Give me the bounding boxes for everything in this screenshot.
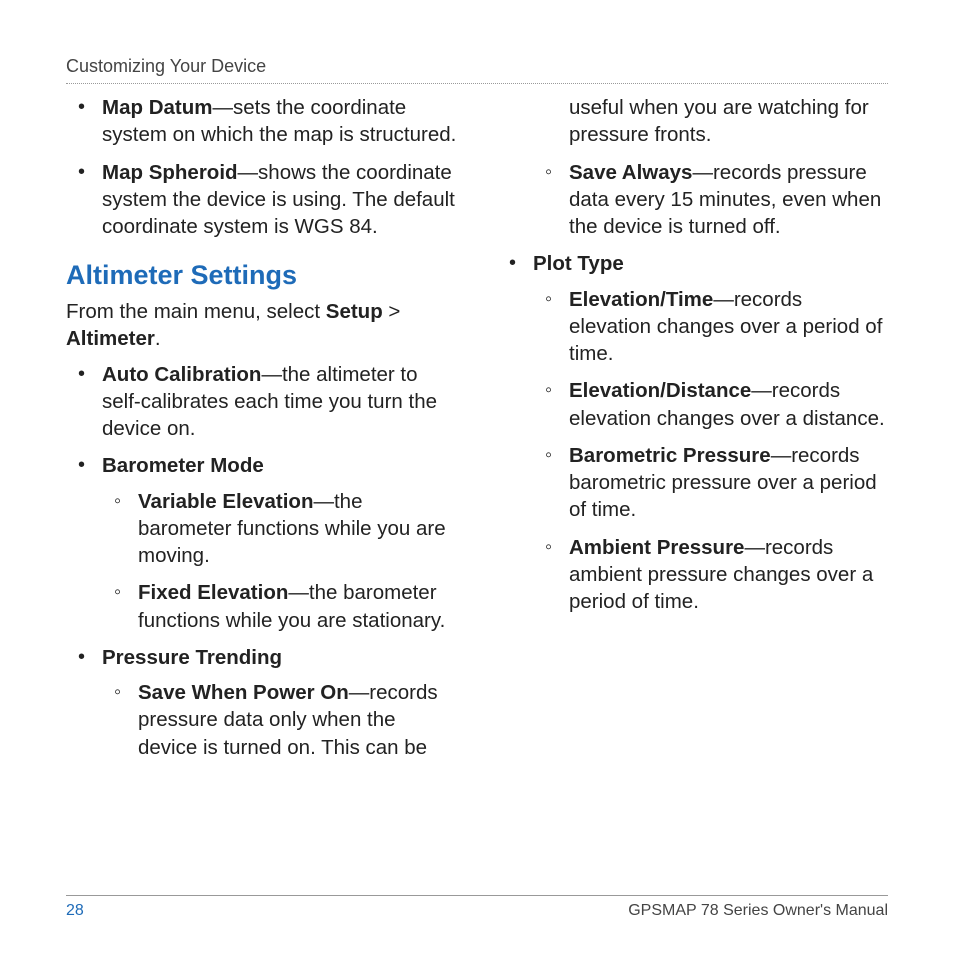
item-elevation-distance: Elevation/Distance—records elevation cha…	[533, 377, 888, 432]
altimeter-list: Auto Calibration—the altimeter to self-c…	[66, 361, 457, 761]
item-save-always: Save Always—records pressure data every …	[497, 159, 888, 241]
page-number: 28	[66, 902, 84, 920]
item-pressure-trending: Pressure Trending Save When Power On—rec…	[66, 644, 457, 761]
item-plot-type: Plot Type Elevation/Time—records elevati…	[497, 250, 888, 615]
term-save-when-power-on: Save When Power On	[138, 681, 349, 704]
intro-period: .	[155, 327, 161, 350]
item-map-datum: Map Datum—sets the coordinate system on …	[66, 94, 457, 149]
term-barometric-pressure: Barometric Pressure	[569, 444, 771, 467]
top-bullet-list: Map Datum—sets the coordinate system on …	[66, 94, 457, 240]
term-pressure-trending: Pressure Trending	[102, 646, 282, 669]
term-auto-calibration: Auto Calibration	[102, 363, 261, 386]
term-save-always: Save Always	[569, 161, 692, 184]
term-elevation-time: Elevation/Time	[569, 288, 713, 311]
item-ambient-pressure: Ambient Pressure—records ambient pressur…	[533, 534, 888, 616]
item-barometric-pressure: Barometric Pressure—records barometric p…	[533, 442, 888, 524]
term-fixed-elevation: Fixed Elevation	[138, 581, 288, 604]
item-save-when-power-on: Save When Power On—records pressure data…	[102, 679, 457, 761]
intro-gt: >	[383, 300, 401, 323]
body-columns: Map Datum—sets the coordinate system on …	[66, 94, 888, 884]
term-ambient-pressure: Ambient Pressure	[569, 536, 744, 559]
plot-type-list: Plot Type Elevation/Time—records elevati…	[497, 250, 888, 615]
section-title-altimeter: Altimeter Settings	[66, 258, 457, 294]
breadcrumb: Customizing Your Device	[66, 56, 266, 76]
intro-setup: Setup	[326, 300, 383, 323]
item-map-spheroid: Map Spheroid—shows the coordinate system…	[66, 159, 457, 241]
term-elevation-distance: Elevation/Distance	[569, 379, 751, 402]
intro-prefix: From the main menu, select	[66, 300, 326, 323]
continuation-text: useful when you are watching for pressur…	[497, 94, 888, 149]
term-variable-elevation: Variable Elevation	[138, 490, 313, 513]
item-barometer-mode: Barometer Mode Variable Elevation—the ba…	[66, 452, 457, 634]
manual-title: GPSMAP 78 Series Owner's Manual	[628, 902, 888, 920]
item-auto-calibration: Auto Calibration—the altimeter to self-c…	[66, 361, 457, 443]
plot-type-sublist: Elevation/Time—records elevation changes…	[533, 286, 888, 616]
barometer-sublist: Variable Elevation—the barometer functio…	[102, 488, 457, 634]
page-header: Customizing Your Device	[66, 56, 888, 84]
term-plot-type: Plot Type	[533, 252, 624, 275]
intro-altimeter: Altimeter	[66, 327, 155, 350]
term-map-datum: Map Datum	[102, 96, 212, 119]
pressure-sublist-left: Save When Power On—records pressure data…	[102, 679, 457, 761]
item-variable-elevation: Variable Elevation—the barometer functio…	[102, 488, 457, 570]
term-barometer-mode: Barometer Mode	[102, 454, 264, 477]
manual-page: Customizing Your Device Map Datum—sets t…	[0, 0, 954, 954]
term-map-spheroid: Map Spheroid	[102, 161, 238, 184]
item-fixed-elevation: Fixed Elevation—the barometer functions …	[102, 579, 457, 634]
item-elevation-time: Elevation/Time—records elevation changes…	[533, 286, 888, 368]
page-footer: 28 GPSMAP 78 Series Owner's Manual	[66, 895, 888, 920]
altimeter-intro: From the main menu, select Setup > Altim…	[66, 298, 457, 353]
